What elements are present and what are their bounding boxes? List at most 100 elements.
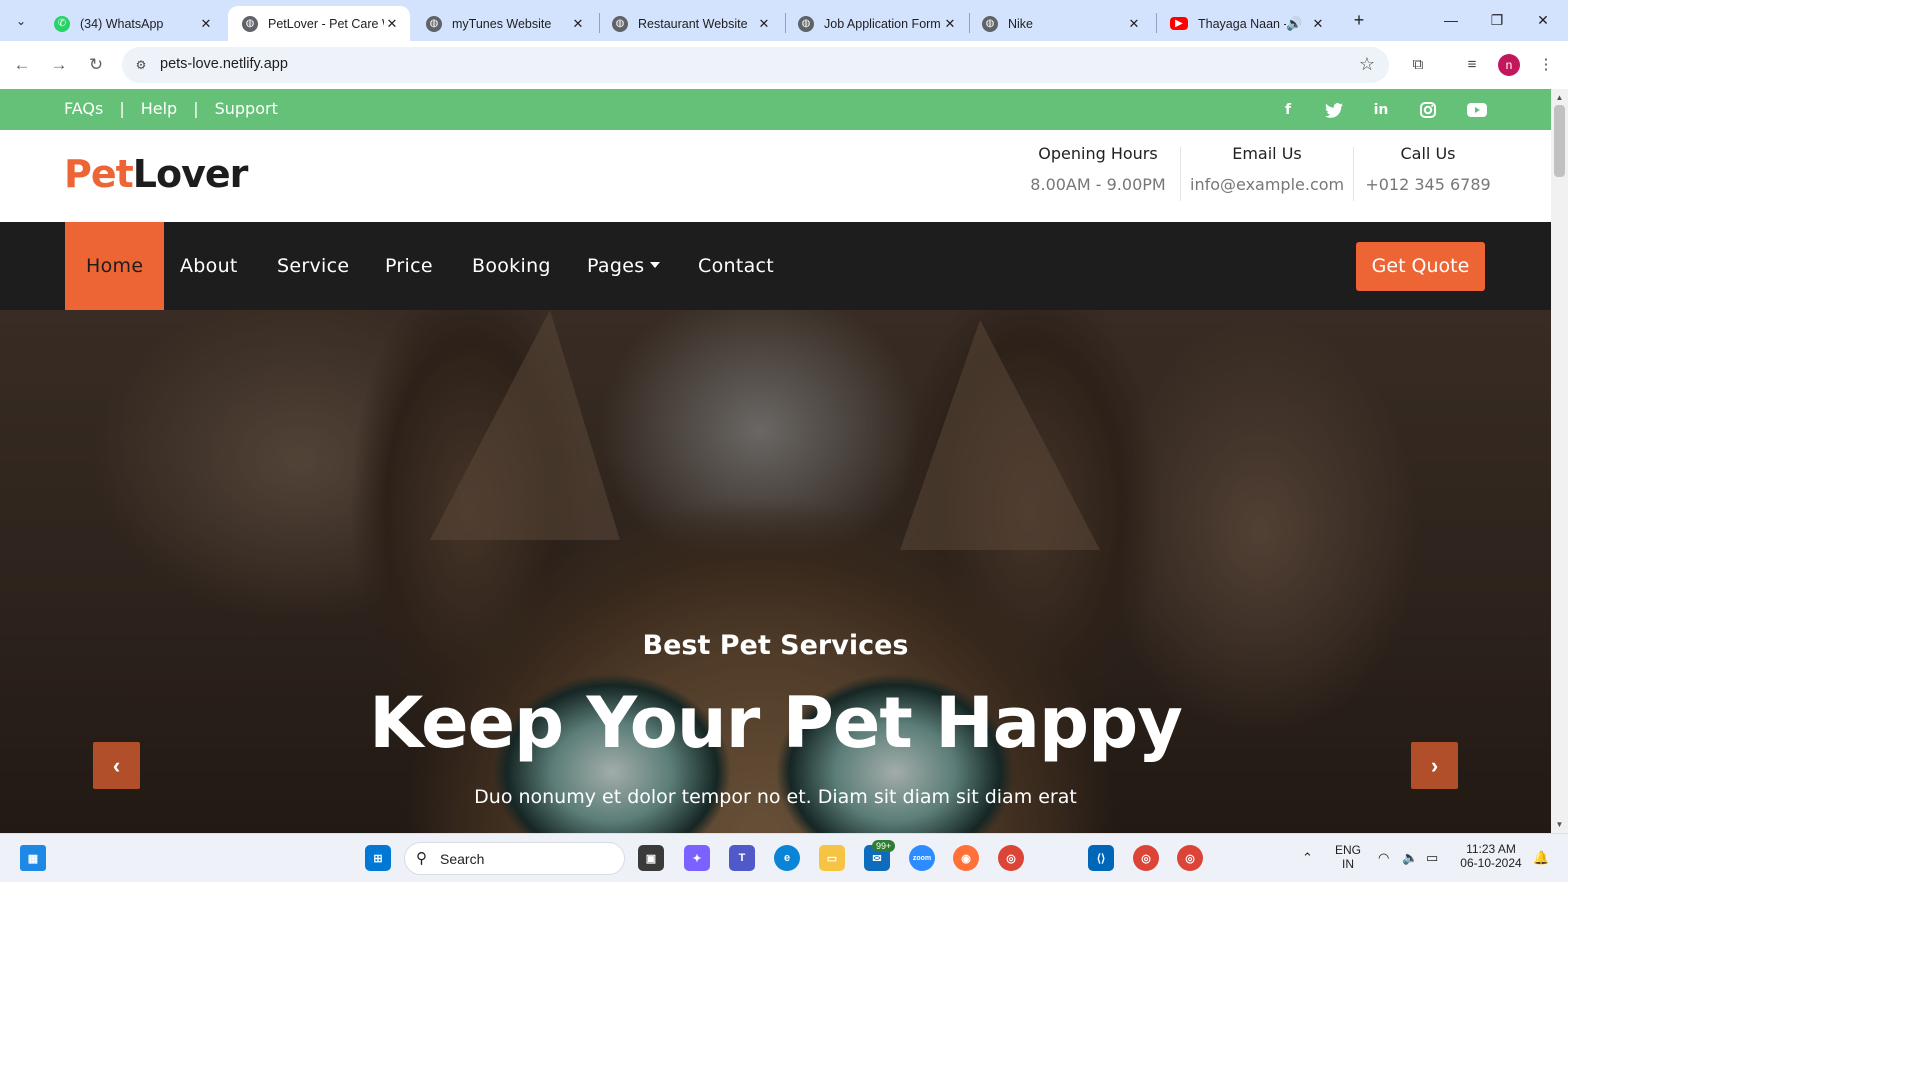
tab-title: PetLover - Pet Care W	[268, 16, 384, 31]
chrome-icon[interactable]: ◎	[998, 845, 1024, 871]
language-line1: ENG	[1334, 843, 1361, 857]
close-tab-icon[interactable]: ✕	[1126, 16, 1142, 32]
twitter-icon[interactable]	[1322, 98, 1346, 122]
scroll-up-icon[interactable]: ▲	[1555, 93, 1564, 102]
menu-kebab-icon[interactable]: ⋮	[1534, 53, 1558, 77]
url-text[interactable]: pets-love.netlify.app	[160, 56, 288, 72]
copilot-icon[interactable]: ✦	[684, 845, 710, 871]
faqs-link[interactable]: FAQs	[64, 99, 103, 118]
vscode-icon[interactable]: ⟨⟩	[1088, 845, 1114, 871]
wifi-icon[interactable]: ◠	[1378, 850, 1389, 866]
close-tab-icon[interactable]: ✕	[384, 16, 400, 32]
minimize-button[interactable]: —	[1438, 8, 1464, 32]
profile-avatar[interactable]: n	[1498, 54, 1520, 76]
task-view-icon[interactable]: ▣	[638, 845, 664, 871]
instagram-icon[interactable]	[1416, 98, 1440, 122]
tab-title: Restaurant Website	[638, 16, 748, 31]
info-value: +012 345 6789	[1365, 175, 1491, 194]
taskbar-search[interactable]: ⚲ Search	[404, 842, 625, 875]
edge-icon[interactable]: e	[774, 845, 800, 871]
audio-icon[interactable]: 🔊	[1286, 16, 1302, 32]
carousel-prev-button[interactable]: ‹	[93, 742, 140, 789]
carousel-next-button[interactable]: ›	[1411, 742, 1458, 789]
tab-mytunes[interactable]: ◍ myTunes Website ✕	[412, 6, 596, 41]
globe-icon: ◍	[612, 15, 628, 32]
link-separator: |	[119, 99, 125, 118]
nav-about[interactable]: About	[180, 222, 238, 310]
site-info-icon[interactable]: ⚙	[132, 56, 150, 74]
facebook-icon[interactable]: f	[1276, 98, 1300, 122]
main-navbar: Home About Service Price Booking Pages C…	[0, 222, 1551, 310]
restore-button[interactable]: ❐	[1484, 8, 1510, 32]
new-tab-button[interactable]: +	[1348, 8, 1370, 32]
browser-toolbar: ← → ↻ ⚙ pets-love.netlify.app ☆ ⧉ ≡ n ⋮	[0, 41, 1568, 89]
close-tab-icon[interactable]: ✕	[1310, 16, 1326, 32]
notification-bell-icon[interactable]: 🔔	[1533, 850, 1549, 866]
tab-nike[interactable]: ◍ Nike ✕	[968, 6, 1152, 41]
reload-button[interactable]: ↻	[84, 53, 108, 77]
nav-home[interactable]: Home	[65, 222, 165, 310]
volume-icon[interactable]: 🔈	[1402, 850, 1418, 866]
start-icon[interactable]: ⊞	[365, 845, 391, 871]
close-window-button[interactable]: ✕	[1530, 8, 1556, 32]
scroll-down-icon[interactable]: ▼	[1555, 820, 1564, 829]
info-heading: Opening Hours	[1038, 144, 1158, 163]
search-label: Search	[440, 851, 485, 867]
help-link[interactable]: Help	[141, 99, 177, 118]
get-quote-button[interactable]: Get Quote	[1356, 242, 1485, 291]
clock[interactable]: 11:23 AM 06-10-2024	[1456, 842, 1526, 870]
site-logo[interactable]: PetLover	[64, 152, 249, 196]
email-block: Email Us info@example.com	[1190, 144, 1344, 200]
globe-icon: ◍	[982, 15, 998, 32]
tab-petlover[interactable]: ◍ PetLover - Pet Care W ✕	[228, 6, 410, 41]
nav-booking[interactable]: Booking	[472, 222, 551, 310]
chrome-icon-2[interactable]: ◎	[1177, 845, 1203, 871]
chrome-profile-icon[interactable]: ◎	[1133, 845, 1159, 871]
tab-youtube[interactable]: ▶ Thayaga Naan - Y 🔊 ✕	[1156, 6, 1336, 41]
tab-search-button[interactable]: ⌄	[8, 8, 34, 34]
media-control-icon[interactable]: ≡	[1460, 53, 1484, 77]
close-tab-icon[interactable]: ✕	[942, 16, 958, 32]
nav-contact[interactable]: Contact	[698, 222, 774, 310]
call-block: Call Us +012 345 6789	[1362, 144, 1494, 200]
nav-service[interactable]: Service	[277, 222, 349, 310]
language-indicator[interactable]: ENG IN	[1333, 843, 1363, 871]
address-bar[interactable]: ⚙ pets-love.netlify.app ☆	[122, 47, 1389, 83]
battery-icon[interactable]: ▭	[1426, 850, 1438, 866]
close-tab-icon[interactable]: ✕	[570, 16, 586, 32]
linkedin-icon[interactable]: in	[1369, 98, 1393, 122]
bookmark-star-icon[interactable]: ☆	[1359, 54, 1375, 75]
info-value: info@example.com	[1190, 175, 1345, 194]
globe-icon: ◍	[426, 15, 442, 32]
support-link[interactable]: Support	[215, 99, 278, 118]
web-page: FAQs | Help | Support f in PetLover Open…	[0, 89, 1551, 833]
hero-carousel: Best Pet Services Keep Your Pet Happy Du…	[0, 310, 1551, 833]
info-value: 8.00AM - 9.00PM	[1030, 175, 1166, 194]
logo-part-lover: Lover	[132, 152, 249, 196]
teams-icon[interactable]: T	[729, 845, 755, 871]
info-heading: Call Us	[1400, 144, 1456, 163]
logo-part-pet: Pet	[64, 152, 134, 196]
firefox-icon[interactable]: ◉	[953, 845, 979, 871]
back-button[interactable]: ←	[10, 53, 34, 77]
close-tab-icon[interactable]: ✕	[198, 16, 214, 32]
hero-description: Duo nonumy et dolor tempor no et. Diam s…	[474, 786, 1077, 808]
forward-button[interactable]: →	[47, 53, 71, 77]
tray-overflow-icon[interactable]: ⌃	[1302, 850, 1313, 866]
globe-icon: ◍	[798, 15, 814, 32]
tab-restaurant[interactable]: ◍ Restaurant Website ✕	[598, 6, 782, 41]
widgets-icon[interactable]: ▦	[20, 845, 46, 871]
caret-down-icon	[650, 261, 661, 268]
tab-title: Thayaga Naan - Y	[1198, 16, 1286, 31]
tab-whatsapp[interactable]: ✆ (34) WhatsApp ✕	[40, 6, 224, 41]
page-scrollbar[interactable]: ▲ ▼	[1551, 89, 1568, 833]
extensions-icon[interactable]: ⧉	[1406, 53, 1430, 77]
zoom-icon[interactable]: zoom	[909, 845, 935, 871]
nav-price[interactable]: Price	[385, 222, 433, 310]
scroll-thumb[interactable]	[1554, 105, 1565, 177]
youtube-social-icon[interactable]	[1465, 98, 1489, 122]
file-explorer-icon[interactable]: ▭	[819, 845, 845, 871]
close-tab-icon[interactable]: ✕	[756, 16, 772, 32]
nav-pages-dropdown[interactable]: Pages	[587, 222, 661, 310]
tab-job-application[interactable]: ◍ Job Application Form ✕	[784, 6, 968, 41]
